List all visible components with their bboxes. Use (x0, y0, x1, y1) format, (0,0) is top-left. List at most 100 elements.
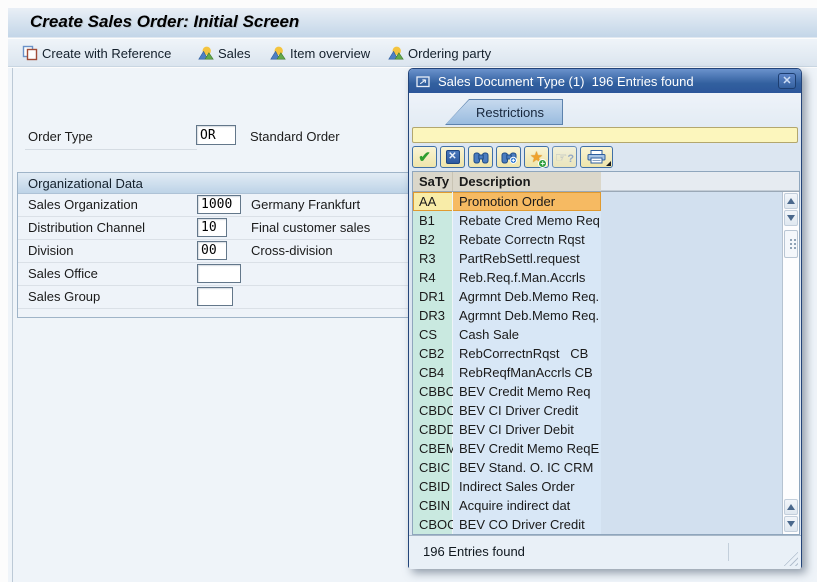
continue-button[interactable]: ✔ (412, 146, 437, 168)
page-title: Create Sales Order: Initial Screen (30, 12, 300, 31)
table-row[interactable]: CBEM BEV Credit Memo ReqE (413, 439, 782, 458)
row-filler (601, 230, 782, 249)
row-filler (601, 306, 782, 325)
table-row[interactable]: CBOC BEV CO Driver Credit (413, 515, 782, 534)
arrow-down-icon (787, 215, 795, 221)
table-row[interactable]: B2 Rebate Correctn Rqst (413, 230, 782, 249)
table-row[interactable]: CBID Indirect Sales Order (413, 477, 782, 496)
scroll-down-button[interactable] (784, 210, 798, 226)
saty-cell: CB4 (413, 363, 453, 382)
table-row[interactable]: DR1 Agrmnt Deb.Memo Req. (413, 287, 782, 306)
scroll-up-button[interactable] (784, 193, 798, 209)
table-row[interactable]: CBBO BEV Credit Memo Req (413, 382, 782, 401)
mountain-sun-icon (270, 46, 286, 60)
division-input[interactable] (197, 241, 227, 260)
tab-restrictions[interactable]: Restrictions (445, 99, 563, 125)
row-filler (601, 363, 782, 382)
table-row[interactable]: R4 Reb.Req.f.Man.Accrls (413, 268, 782, 287)
saty-cell: CBOC (413, 515, 457, 534)
row-filler (601, 192, 782, 211)
find-button[interactable] (468, 146, 493, 168)
description-cell: PartRebSettl.request (453, 249, 601, 268)
saty-cell: CBIC (413, 458, 453, 477)
table-row[interactable]: CBDD BEV CI Driver Debit (413, 420, 782, 439)
saty-cell: CBEM (413, 439, 457, 458)
arrow-down-icon (787, 521, 795, 527)
button-label: Create with Reference (42, 45, 172, 61)
find-next-button[interactable] (496, 146, 521, 168)
dialog-title-bar: Sales Document Type (1) 196 Entries foun… (409, 69, 801, 93)
table-row[interactable]: CB2 RebCorrectnRqst CB (413, 344, 782, 363)
item-overview-button[interactable]: Item overview (270, 43, 370, 63)
column-header-saty[interactable]: SaTy (413, 172, 453, 191)
scroll-down-button-bottom[interactable] (784, 516, 798, 532)
dropdown-caret-icon (606, 161, 611, 166)
vertical-scrollbar[interactable] (782, 192, 799, 534)
row-filler (601, 515, 782, 534)
thumb-grip-icon (790, 239, 792, 241)
sales-button[interactable]: Sales (198, 43, 251, 63)
scrollbar-thumb[interactable] (784, 230, 798, 258)
sales-group-input[interactable] (197, 287, 233, 306)
table-row[interactable]: B1 Rebate Cred Memo Req (413, 211, 782, 230)
row-filler (601, 287, 782, 306)
resize-grip[interactable] (783, 551, 798, 566)
checkmark-icon: ✔ (418, 148, 431, 166)
row-filler (601, 325, 782, 344)
saty-cell: CBDD (413, 420, 456, 439)
column-header-description[interactable]: Description (453, 172, 601, 191)
sap-window: Create Sales Order: Initial Screen Creat… (0, 0, 817, 582)
tab-label: Restrictions (446, 100, 562, 124)
saty-cell: B2 (413, 230, 453, 249)
sales-organization-input[interactable] (197, 195, 241, 214)
order-type-input[interactable] (196, 125, 236, 145)
cancel-button[interactable]: ✕ (440, 146, 465, 168)
title-bar: Create Sales Order: Initial Screen (8, 8, 817, 38)
table-row[interactable]: DR3 Agrmnt Deb.Memo Req. (413, 306, 782, 325)
saty-cell: CS (413, 325, 453, 344)
saty-cell: CBBO (413, 382, 456, 401)
sales-office-input[interactable] (197, 264, 241, 283)
row-filler (601, 382, 782, 401)
field-description: Germany Frankfurt (251, 197, 361, 212)
description-cell: Cash Sale (453, 325, 601, 344)
saty-cell: CBID (413, 477, 453, 496)
ordering-party-button[interactable]: Ordering party (388, 43, 491, 63)
star-plus-icon: ★ + (530, 150, 548, 168)
close-button[interactable]: ✕ (778, 73, 796, 89)
saty-cell: CB2 (413, 344, 453, 363)
description-cell: BEV CI Driver Debit (453, 420, 601, 439)
description-cell: Rebate Correctn Rqst (453, 230, 601, 249)
description-cell: Rebate Cred Memo Req (453, 211, 601, 230)
table-row[interactable]: AA Promotion Order (413, 192, 782, 211)
status-divider (728, 543, 729, 561)
form-row: Sales Organization Germany Frankfurt (18, 194, 420, 217)
saty-cell: AA (413, 192, 453, 211)
field-label: Sales Organization (28, 197, 138, 212)
table-row[interactable]: CBIN Acquire indirect dat (413, 496, 782, 515)
description-cell: Indirect Sales Order (453, 477, 601, 496)
table-row[interactable]: R3 PartRebSettl.request (413, 249, 782, 268)
mountain-sun-icon (198, 46, 214, 60)
print-button[interactable] (580, 146, 613, 168)
search-input[interactable] (412, 127, 798, 143)
value-help-dialog: Sales Document Type (1) 196 Entries foun… (408, 68, 802, 569)
table-row[interactable]: CB4 RebReqfManAccrls CB (413, 363, 782, 382)
field-label: Division (28, 243, 74, 258)
description-cell: BEV CO Driver Credit (453, 515, 601, 534)
order-type-label: Order Type (28, 129, 93, 144)
table-row[interactable]: CBIC BEV Stand. O. IC CRM (413, 458, 782, 477)
scroll-up-button-bottom[interactable] (784, 499, 798, 515)
description-cell: Reb.Req.f.Man.Accrls (453, 268, 601, 287)
field-label: Sales Office (28, 266, 98, 281)
dialog-title: Sales Document Type (1) 196 Entries foun… (438, 73, 694, 89)
application-toolbar: Create with Reference Sales Item overvie… (8, 39, 817, 67)
create-with-reference-button[interactable]: Create with Reference (22, 43, 171, 63)
help-button[interactable]: ☞? (552, 146, 577, 168)
row-filler (601, 420, 782, 439)
table-row[interactable]: CBDC BEV CI Driver Credit (413, 401, 782, 420)
table-row[interactable]: CS Cash Sale (413, 325, 782, 344)
add-to-favorites-button[interactable]: ★ + (524, 146, 549, 168)
distribution-channel-input[interactable] (197, 218, 227, 237)
column-header-filler (601, 172, 799, 191)
